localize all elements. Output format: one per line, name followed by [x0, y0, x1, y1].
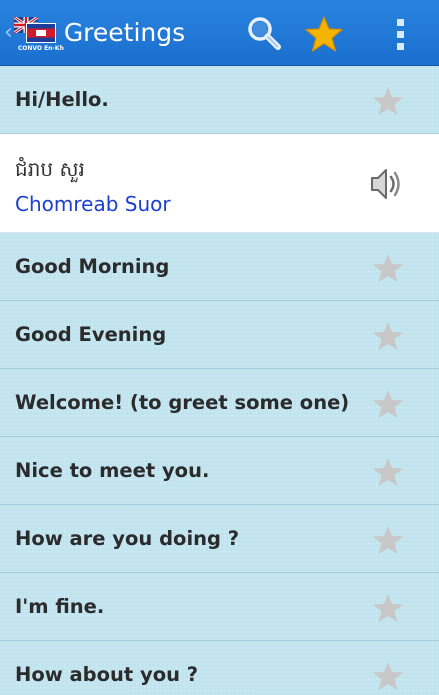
- app-logo: CONVO En-Kh: [12, 11, 64, 55]
- logo-text: CONVO En-Kh: [17, 44, 64, 52]
- phrase-row[interactable]: Good Evening: [0, 301, 439, 369]
- chevron-left-icon: ‹: [4, 19, 13, 45]
- star-icon[interactable]: [372, 86, 404, 116]
- phrase-label: Hi/Hello.: [15, 88, 109, 111]
- phrase-label: Good Morning: [15, 255, 170, 278]
- phrase-row[interactable]: Nice to meet you.: [0, 437, 439, 505]
- cambodia-flag-icon: [25, 22, 56, 43]
- star-icon: [305, 16, 343, 52]
- star-icon[interactable]: [372, 661, 404, 691]
- page-title: Greetings: [63, 18, 186, 47]
- phrase-row[interactable]: Good Morning: [0, 233, 439, 301]
- overflow-menu-icon: [397, 19, 404, 50]
- star-icon[interactable]: [372, 457, 404, 487]
- star-icon[interactable]: [372, 253, 404, 283]
- expanded-phrase-row[interactable]: ជំរាប សួរ Chomreab Suor: [0, 134, 439, 233]
- overflow-menu-button[interactable]: [386, 14, 416, 54]
- home-up-button[interactable]: ‹ CONVO En-Kh: [0, 0, 64, 66]
- play-audio-button[interactable]: [366, 164, 406, 204]
- star-icon[interactable]: [372, 525, 404, 555]
- phrase-label: Nice to meet you.: [15, 459, 210, 482]
- speaker-icon: [371, 169, 400, 199]
- phrase-row[interactable]: I'm fine.: [0, 573, 439, 641]
- favorites-button[interactable]: [304, 14, 344, 54]
- transliteration: Chomreab Suor: [15, 192, 171, 216]
- phrase-label: Welcome! (to greet some one): [15, 391, 350, 414]
- phrase-list[interactable]: Hi/Hello. ជំរាប សួរ Chomreab Suor Good M…: [0, 66, 439, 695]
- phrase-row[interactable]: Welcome! (to greet some one): [0, 369, 439, 437]
- phrase-row[interactable]: How about you ?: [0, 641, 439, 695]
- phrase-label: Good Evening: [15, 323, 167, 346]
- star-icon[interactable]: [372, 389, 404, 419]
- phrase-label: How about you ?: [15, 663, 199, 686]
- phrase-row[interactable]: How are you doing ?: [0, 505, 439, 573]
- star-icon[interactable]: [372, 593, 404, 623]
- star-icon[interactable]: [372, 321, 404, 351]
- action-bar: ‹ CONVO En-Kh Greetings: [0, 0, 439, 66]
- search-icon: [248, 17, 281, 50]
- phrase-label: I'm fine.: [15, 595, 105, 618]
- khmer-phrase: ជំរាប សួរ: [15, 157, 85, 181]
- phrase-label: How are you doing ?: [15, 527, 240, 550]
- search-button[interactable]: [244, 14, 284, 54]
- phrase-row[interactable]: Hi/Hello.: [0, 66, 439, 134]
